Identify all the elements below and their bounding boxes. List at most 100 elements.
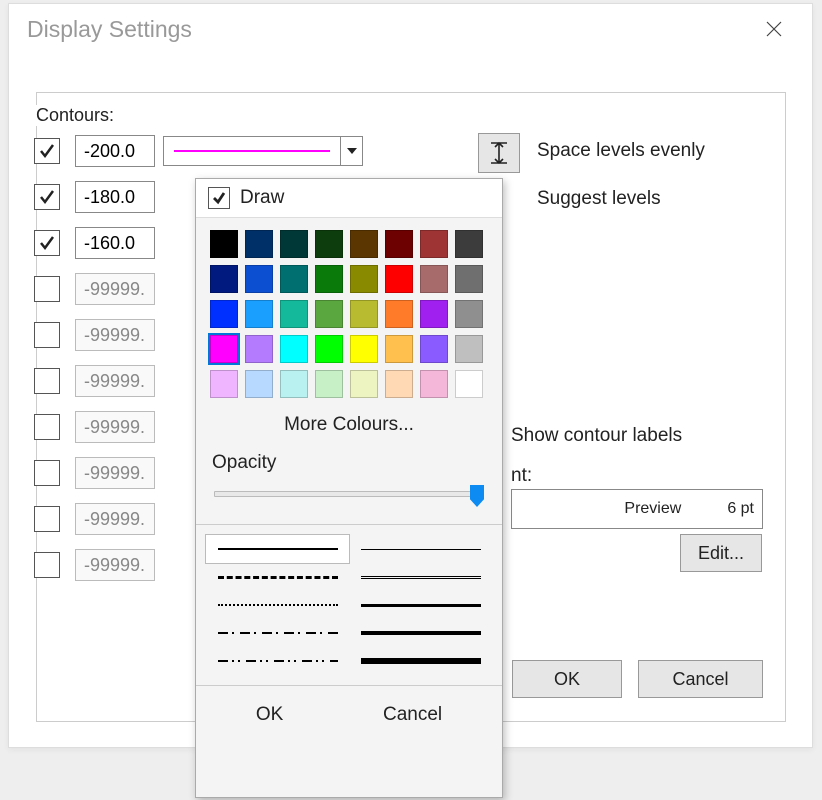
- suggest-levels-label: Suggest levels: [537, 188, 661, 210]
- slider-thumb[interactable]: [470, 485, 484, 507]
- color-swatch[interactable]: [350, 230, 378, 258]
- color-swatch[interactable]: [455, 230, 483, 258]
- color-swatch[interactable]: [385, 230, 413, 258]
- color-swatch[interactable]: [245, 370, 273, 398]
- color-swatch[interactable]: [315, 370, 343, 398]
- color-swatch[interactable]: [210, 230, 238, 258]
- color-swatch[interactable]: [420, 230, 448, 258]
- contour-value-input[interactable]: -99999.: [75, 319, 155, 351]
- line-style-option[interactable]: [206, 535, 349, 563]
- font-preview-box[interactable]: Preview 6 pt: [511, 489, 763, 529]
- more-colours-button[interactable]: More Colours...: [196, 402, 502, 442]
- color-swatch[interactable]: [420, 370, 448, 398]
- color-swatch[interactable]: [210, 300, 238, 328]
- line-style-option[interactable]: [206, 563, 349, 591]
- slider-track: [214, 491, 484, 497]
- line-style-option[interactable]: [349, 563, 492, 591]
- contour-value-input[interactable]: -180.0: [75, 181, 155, 213]
- line-color-swatch: [174, 150, 330, 152]
- line-style-preview: [361, 658, 481, 664]
- contour-checkbox[interactable]: [34, 322, 60, 348]
- line-style-option[interactable]: [206, 647, 349, 675]
- color-swatch[interactable]: [280, 300, 308, 328]
- contours-label: Contours:: [34, 105, 116, 126]
- contour-checkbox[interactable]: [34, 276, 60, 302]
- color-swatch[interactable]: [315, 300, 343, 328]
- contour-row: -99999.: [34, 500, 155, 538]
- contour-checkbox[interactable]: [34, 368, 60, 394]
- color-swatch[interactable]: [385, 265, 413, 293]
- contour-checkbox[interactable]: [34, 138, 60, 164]
- line-style-preview: [361, 576, 481, 579]
- color-swatch[interactable]: [455, 265, 483, 293]
- color-swatch[interactable]: [385, 335, 413, 363]
- check-icon: [38, 142, 56, 160]
- color-swatch[interactable]: [280, 230, 308, 258]
- color-swatch[interactable]: [420, 265, 448, 293]
- color-swatch[interactable]: [210, 265, 238, 293]
- line-style-option[interactable]: [206, 591, 349, 619]
- line-style-dropdown[interactable]: [163, 136, 363, 166]
- contour-checkbox[interactable]: [34, 230, 60, 256]
- contour-value-input[interactable]: -99999.: [75, 411, 155, 443]
- color-swatch[interactable]: [315, 265, 343, 293]
- contour-value-input[interactable]: -160.0: [75, 227, 155, 259]
- contour-row: -180.0: [34, 178, 155, 216]
- color-swatch[interactable]: [385, 300, 413, 328]
- color-swatch[interactable]: [280, 370, 308, 398]
- color-swatch[interactable]: [455, 335, 483, 363]
- ok-button[interactable]: OK: [512, 660, 622, 698]
- popup-ok-button[interactable]: OK: [242, 700, 297, 730]
- line-style-preview: [218, 604, 338, 606]
- contour-checkbox[interactable]: [34, 506, 60, 532]
- popup-header: Draw: [196, 179, 502, 218]
- color-swatch[interactable]: [245, 265, 273, 293]
- color-swatch[interactable]: [350, 300, 378, 328]
- edit-font-button[interactable]: Edit...: [680, 534, 762, 572]
- close-icon: [765, 20, 783, 38]
- color-swatch[interactable]: [245, 300, 273, 328]
- color-swatch[interactable]: [280, 335, 308, 363]
- color-swatch[interactable]: [210, 335, 238, 363]
- popup-cancel-button[interactable]: Cancel: [369, 700, 456, 730]
- cancel-button[interactable]: Cancel: [638, 660, 763, 698]
- space-levels-button[interactable]: [478, 133, 520, 173]
- close-button[interactable]: [754, 9, 794, 49]
- color-swatch[interactable]: [385, 370, 413, 398]
- color-swatch[interactable]: [350, 335, 378, 363]
- color-swatch[interactable]: [315, 335, 343, 363]
- contour-checkbox[interactable]: [34, 552, 60, 578]
- contour-value-input[interactable]: -99999.: [75, 457, 155, 489]
- line-style-option[interactable]: [349, 591, 492, 619]
- contour-value-input[interactable]: -200.0: [75, 135, 155, 167]
- opacity-slider[interactable]: [214, 486, 484, 510]
- contour-value-input[interactable]: -99999.: [75, 549, 155, 581]
- color-swatch[interactable]: [245, 230, 273, 258]
- line-style-option[interactable]: [349, 619, 492, 647]
- color-swatch[interactable]: [455, 300, 483, 328]
- font-preview-size: 6 pt: [727, 500, 754, 518]
- color-swatch[interactable]: [245, 335, 273, 363]
- color-swatch[interactable]: [315, 230, 343, 258]
- contour-checkbox[interactable]: [34, 184, 60, 210]
- draw-label: Draw: [240, 187, 284, 209]
- contour-checkbox[interactable]: [34, 460, 60, 486]
- contour-value-input[interactable]: -99999.: [75, 365, 155, 397]
- color-swatch[interactable]: [455, 370, 483, 398]
- space-levels-label: Space levels evenly: [537, 140, 705, 162]
- draw-checkbox[interactable]: [208, 187, 230, 209]
- line-style-option[interactable]: [349, 535, 492, 563]
- line-style-option[interactable]: [206, 619, 349, 647]
- contour-checkbox[interactable]: [34, 414, 60, 440]
- color-swatch[interactable]: [350, 265, 378, 293]
- contour-row: -99999.: [34, 546, 155, 584]
- color-swatch[interactable]: [420, 335, 448, 363]
- color-swatch[interactable]: [210, 370, 238, 398]
- contour-value-input[interactable]: -99999.: [75, 503, 155, 535]
- color-swatch[interactable]: [420, 300, 448, 328]
- line-style-option[interactable]: [349, 647, 492, 675]
- line-style-popup: Draw More Colours... Opacity OK Cancel: [195, 178, 503, 798]
- color-swatch[interactable]: [280, 265, 308, 293]
- contour-value-input[interactable]: -99999.: [75, 273, 155, 305]
- color-swatch[interactable]: [350, 370, 378, 398]
